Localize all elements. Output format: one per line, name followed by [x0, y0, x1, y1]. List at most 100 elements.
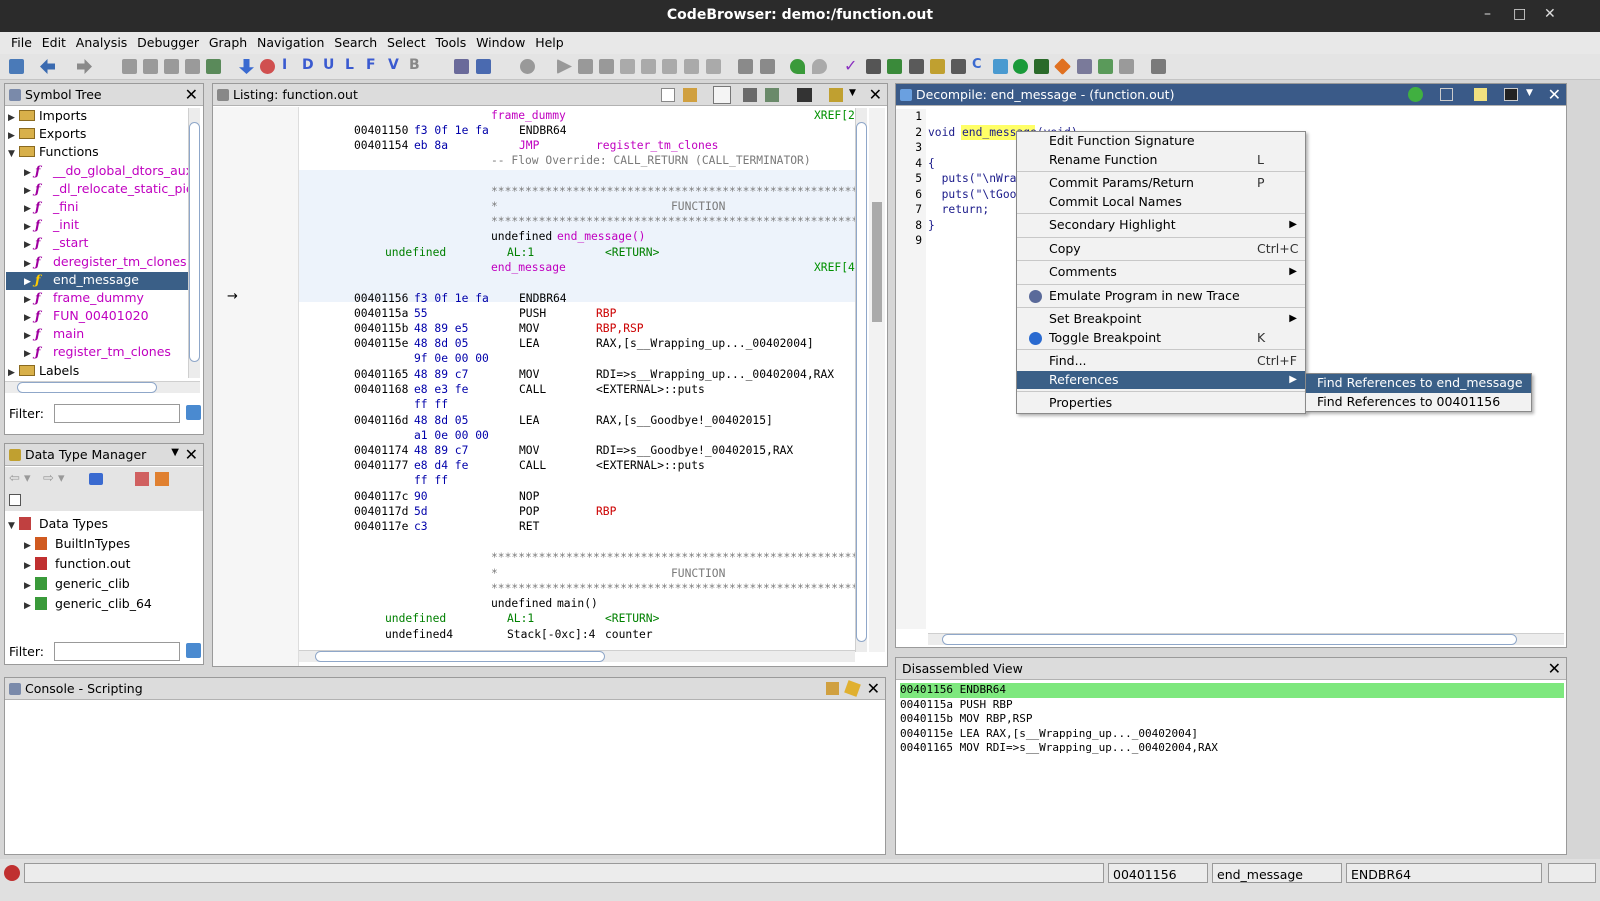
- step-icon[interactable]: [662, 59, 677, 74]
- context-menu-item[interactable]: Comments ▶: [1017, 263, 1305, 282]
- redo-icon[interactable]: [812, 59, 827, 74]
- listing-token[interactable]: ****************************************…: [491, 184, 855, 199]
- context-menu-item[interactable]: Rename Function L: [1017, 151, 1305, 170]
- emulator-icon[interactable]: [1034, 59, 1049, 74]
- listing-token[interactable]: main(): [557, 596, 598, 611]
- snapshot-icon[interactable]: [797, 88, 812, 102]
- refresh-icon[interactable]: [1408, 87, 1423, 102]
- symbol-tree-item[interactable]: ▶ Labels: [6, 363, 188, 381]
- listing-token[interactable]: FUNCTION: [671, 199, 725, 214]
- symbol-filter-input[interactable]: [54, 404, 180, 423]
- decompiler-icon[interactable]: C: [972, 57, 987, 72]
- nav-f-icon[interactable]: F: [366, 57, 381, 73]
- minimize-button[interactable]: –: [1484, 6, 1491, 22]
- doc-icon[interactable]: [122, 59, 137, 74]
- context-menu-item[interactable]: Toggle Breakpoint K: [1017, 329, 1305, 348]
- symbol-tree-item[interactable]: ▶ ƒ deregister_tm_clones: [6, 254, 188, 272]
- doc-icon[interactable]: [143, 59, 158, 74]
- listing-token[interactable]: XREF[4: [814, 260, 855, 275]
- script-icon[interactable]: [1151, 59, 1166, 74]
- dropdown-icon[interactable]: ▼: [171, 447, 179, 458]
- listing-token[interactable]: undefined: [385, 245, 446, 260]
- chevron-right-icon[interactable]: ▶: [24, 186, 35, 196]
- listing-token[interactable]: 48 8d 05: [414, 413, 468, 428]
- chevron-right-icon[interactable]: ▶: [24, 277, 35, 287]
- context-menu-item[interactable]: Set Breakpoint ▶: [1017, 310, 1305, 329]
- console-output[interactable]: [5, 701, 885, 854]
- listing-token[interactable]: ****************************************…: [491, 581, 855, 596]
- data-type-item[interactable]: ▼ Data Types: [6, 516, 188, 536]
- listing-vscroll[interactable]: [855, 108, 867, 652]
- listing-token[interactable]: 00401165: [354, 367, 408, 382]
- nav-u-icon[interactable]: U: [323, 57, 338, 73]
- listing-token[interactable]: 48 89 e5: [414, 321, 468, 336]
- listing-token[interactable]: XREF[2: [814, 108, 855, 123]
- listing-token[interactable]: 0040116d: [354, 413, 408, 428]
- chevron-right-icon[interactable]: ▶: [24, 561, 35, 571]
- chevron-right-icon[interactable]: ▶: [24, 313, 35, 323]
- dropdown-icon[interactable]: ▼: [849, 88, 856, 98]
- listing-token[interactable]: RAX,[s__Wrapping_up..._00402004]: [596, 336, 814, 351]
- doc-icon[interactable]: [164, 59, 179, 74]
- nav-d-icon[interactable]: D: [302, 57, 317, 73]
- listing-token[interactable]: a1 0e 00 00: [414, 428, 489, 443]
- listing-token[interactable]: 9f 0e 00 00: [414, 351, 489, 366]
- filter-options-icon[interactable]: [186, 405, 201, 420]
- close-icon[interactable]: ✕: [1548, 85, 1561, 104]
- dropdown-icon[interactable]: ▼: [1526, 88, 1533, 98]
- listing-token[interactable]: LEA: [519, 336, 539, 351]
- forward-icon[interactable]: [77, 59, 92, 74]
- debug-icon[interactable]: [454, 59, 469, 74]
- decompile-hscroll[interactable]: [928, 633, 1564, 645]
- context-menu-item[interactable]: Secondary Highlight ▶: [1017, 216, 1305, 235]
- forward-icon[interactable]: ⇨ ▾: [43, 471, 65, 486]
- tool-icon[interactable]: [760, 59, 775, 74]
- chevron-right-icon[interactable]: ▶: [24, 259, 35, 269]
- data-type-item[interactable]: ▶ generic_clib: [6, 576, 188, 596]
- tool-icon[interactable]: [738, 59, 753, 74]
- disassembled-line[interactable]: 0040115a PUSH RBP: [900, 698, 1564, 713]
- edit-icon[interactable]: [1474, 88, 1487, 101]
- listing-token[interactable]: 48 89 c7: [414, 367, 468, 382]
- down-arrow-icon[interactable]: [239, 59, 254, 74]
- menu-help[interactable]: Help: [532, 32, 567, 50]
- archive-icon[interactable]: [89, 473, 103, 485]
- listing-token[interactable]: <EXTERNAL>::puts: [596, 458, 705, 473]
- decompile-line[interactable]: [928, 109, 1548, 125]
- chevron-right-icon[interactable]: ▶: [8, 131, 19, 141]
- listing-token[interactable]: PUSH: [519, 306, 546, 321]
- filter-arrays-icon[interactable]: [155, 472, 169, 486]
- step-icon[interactable]: [620, 59, 635, 74]
- data-type-item[interactable]: ▶ BuiltInTypes: [6, 536, 188, 556]
- menu-window[interactable]: Window: [473, 32, 528, 50]
- chevron-right-icon[interactable]: ▶: [24, 240, 35, 250]
- overview-bar[interactable]: [869, 108, 885, 652]
- undo-icon[interactable]: [790, 59, 805, 74]
- export-icon[interactable]: [1098, 59, 1113, 74]
- bytes-icon[interactable]: [866, 59, 881, 74]
- scroll-thumb[interactable]: [17, 382, 157, 393]
- listing-token[interactable]: 00401177: [354, 458, 408, 473]
- listing-token[interactable]: ENDBR64: [519, 123, 567, 138]
- symbol-tree-item[interactable]: ▼ Functions: [6, 144, 188, 162]
- dtm-filter-input[interactable]: [54, 642, 180, 661]
- cursor-icon[interactable]: [713, 86, 731, 104]
- chevron-right-icon[interactable]: ▶: [24, 541, 35, 551]
- listing-token[interactable]: <EXTERNAL>::puts: [596, 382, 705, 397]
- symbol-tree-item[interactable]: ▶ ƒ __do_global_dtors_aux: [6, 163, 188, 181]
- listing-token[interactable]: LEA: [519, 413, 539, 428]
- listing-token[interactable]: 00401154: [354, 138, 408, 153]
- disassembled-lines[interactable]: 00401156 ENDBR64 0040115a PUSH RBP 0040115…: [900, 683, 1564, 756]
- listing-token[interactable]: 48 89 c7: [414, 443, 468, 458]
- listing-token[interactable]: FUNCTION: [671, 566, 725, 581]
- check-icon[interactable]: ✓: [844, 56, 859, 75]
- step-icon[interactable]: [706, 59, 721, 74]
- listing-token[interactable]: JMP: [519, 138, 539, 153]
- close-icon[interactable]: ✕: [869, 85, 882, 104]
- symbol-tree-item[interactable]: ▶ ƒ main: [6, 326, 188, 344]
- listing-token[interactable]: RDI=>s__Goodbye!_00402015,RAX: [596, 443, 793, 458]
- symbol-tree-item[interactable]: ▶ ƒ _fini: [6, 199, 188, 217]
- listing-token[interactable]: CALL: [519, 458, 546, 473]
- symbol-tree-item[interactable]: ▶ ƒ _init: [6, 217, 188, 235]
- menu-select[interactable]: Select: [384, 32, 429, 50]
